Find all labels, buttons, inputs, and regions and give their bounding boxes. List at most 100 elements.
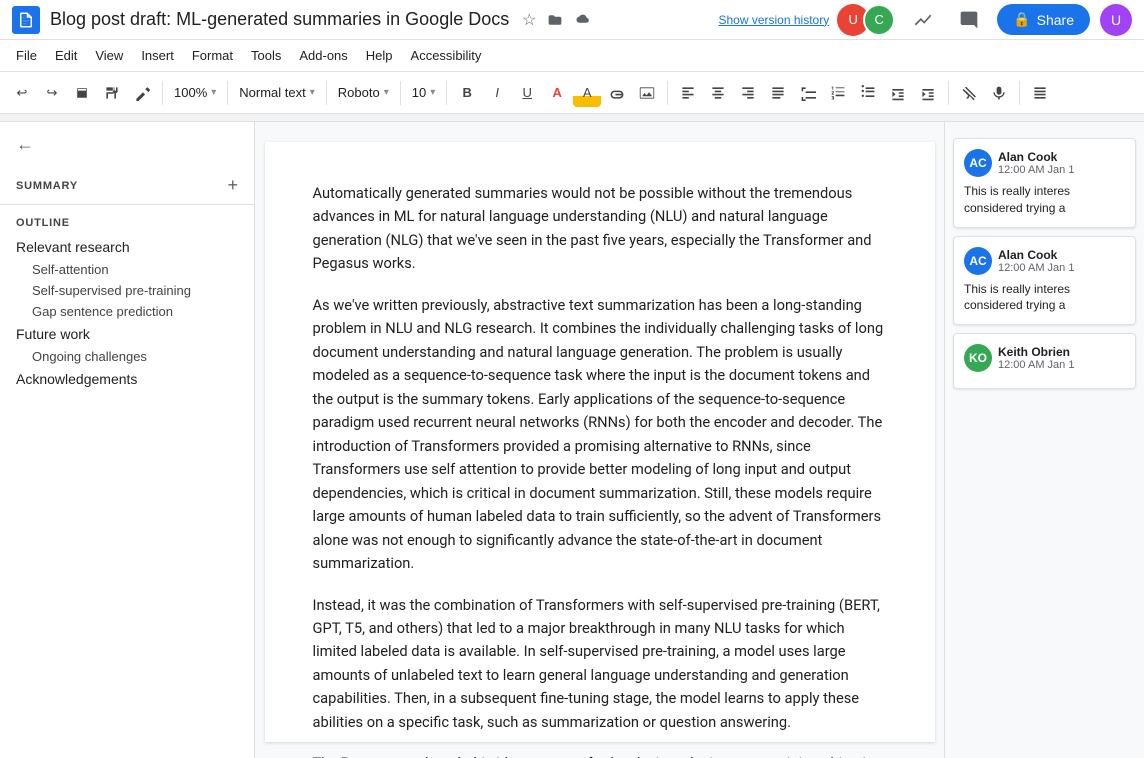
- outline-item-acknowledgements[interactable]: Acknowledgements: [0, 367, 254, 391]
- print-button[interactable]: [68, 79, 96, 107]
- italic-button[interactable]: I: [483, 79, 511, 107]
- paint-format-button[interactable]: [98, 79, 126, 107]
- redo-button[interactable]: ↪: [38, 79, 66, 107]
- trending-icon[interactable]: [905, 2, 941, 38]
- menu-bar: File Edit View Insert Format Tools Add-o…: [0, 40, 1144, 72]
- comment-author-2: Alan Cook: [998, 248, 1074, 262]
- clear-format-button[interactable]: [955, 79, 983, 107]
- comment-meta-1: Alan Cook 12:00 AM Jan 1: [998, 150, 1074, 176]
- comment-card-1[interactable]: AC Alan Cook 12:00 AM Jan 1 This is real…: [953, 138, 1136, 228]
- menu-edit[interactable]: Edit: [47, 44, 85, 67]
- summary-add-button[interactable]: +: [227, 175, 238, 196]
- highlight-button[interactable]: A: [573, 79, 601, 107]
- outline-subitem-self-supervised[interactable]: Self-supervised pre-training: [0, 280, 254, 301]
- menu-tools[interactable]: Tools: [243, 44, 289, 67]
- outline-subitem-self-attention[interactable]: Self-attention: [0, 259, 254, 280]
- comment-author-1: Alan Cook: [998, 150, 1074, 164]
- comment-meta-2: Alan Cook 12:00 AM Jan 1: [998, 248, 1074, 274]
- right-actions: U C 🔒 Share U: [837, 2, 1132, 38]
- align-left-button[interactable]: [674, 79, 702, 107]
- doc-paragraph-3[interactable]: Instead, it was the combination of Trans…: [313, 594, 887, 735]
- voice-input-button[interactable]: [985, 79, 1013, 107]
- font-size-value: 10: [412, 85, 426, 100]
- divider-6: [667, 81, 668, 105]
- outline-subitem-ongoing-challenges[interactable]: Ongoing challenges: [0, 346, 254, 367]
- numbered-list-button[interactable]: [824, 79, 852, 107]
- comment-meta-3: Keith Obrien 12:00 AM Jan 1: [998, 345, 1074, 371]
- doc-paragraph-4[interactable]: The Pegasus work took this idea one step…: [313, 752, 887, 758]
- lock-icon: 🔒: [1013, 11, 1030, 28]
- sidebar-back-button[interactable]: ←: [0, 122, 254, 167]
- undo-button[interactable]: ↩: [8, 79, 36, 107]
- text-style-select[interactable]: Normal text ▾: [234, 79, 320, 107]
- share-label: Share: [1037, 12, 1074, 28]
- text-style-value: Normal text: [239, 85, 305, 100]
- menu-accessibility[interactable]: Accessibility: [403, 44, 490, 67]
- divider-7: [948, 81, 949, 105]
- menu-addons[interactable]: Add-ons: [291, 44, 355, 67]
- sidebar: ← SUMMARY + OUTLINE Relevant research Se…: [0, 122, 255, 758]
- share-button[interactable]: 🔒 Share: [997, 4, 1090, 35]
- app-icon[interactable]: [12, 6, 40, 34]
- image-button[interactable]: [633, 79, 661, 107]
- indent-less-button[interactable]: [884, 79, 912, 107]
- cloud-icon[interactable]: [571, 10, 591, 30]
- spell-check-button[interactable]: [128, 79, 156, 107]
- align-right-button[interactable]: [734, 79, 762, 107]
- comment-author-3: Keith Obrien: [998, 345, 1074, 359]
- outline-item-future-work[interactable]: Future work: [0, 322, 254, 346]
- comment-card-2[interactable]: AC Alan Cook 12:00 AM Jan 1 This is real…: [953, 236, 1136, 326]
- menu-insert[interactable]: Insert: [133, 44, 182, 67]
- divider-4: [400, 81, 401, 105]
- show-version-link[interactable]: Show version history: [718, 13, 829, 27]
- menu-file[interactable]: File: [8, 44, 45, 67]
- indent-more-button[interactable]: [914, 79, 942, 107]
- doc-paragraph-2[interactable]: As we've written previously, abstractive…: [313, 294, 887, 576]
- text-style-chevron: ▾: [310, 87, 315, 98]
- font-select[interactable]: Roboto ▾: [333, 79, 394, 107]
- font-size-select[interactable]: 10 ▾: [407, 79, 441, 107]
- align-center-button[interactable]: [704, 79, 732, 107]
- comment-time-3: 12:00 AM Jan 1: [998, 359, 1074, 371]
- ruler: [0, 114, 1144, 122]
- divider-3: [326, 81, 327, 105]
- text-color-button[interactable]: A: [543, 79, 571, 107]
- underline-button[interactable]: U: [513, 79, 541, 107]
- comment-header-3: KO Keith Obrien 12:00 AM Jan 1: [964, 344, 1125, 372]
- folder-icon[interactable]: [545, 10, 565, 30]
- comment-header-1: AC Alan Cook 12:00 AM Jan 1: [964, 149, 1125, 177]
- user-avatar[interactable]: U: [1100, 4, 1132, 36]
- font-chevron: ▾: [384, 87, 389, 98]
- line-spacing-button[interactable]: [794, 79, 822, 107]
- main-layout: ← SUMMARY + OUTLINE Relevant research Se…: [0, 122, 1144, 758]
- outline-item-relevant-research[interactable]: Relevant research: [0, 235, 254, 259]
- divider-5: [446, 81, 447, 105]
- comment-time-1: 12:00 AM Jan 1: [998, 164, 1074, 176]
- sidebar-summary: SUMMARY +: [0, 167, 254, 205]
- star-icon[interactable]: ☆: [519, 10, 539, 30]
- comment-header-2: AC Alan Cook 12:00 AM Jan 1: [964, 247, 1125, 275]
- outline-subitem-gap-sentence[interactable]: Gap sentence prediction: [0, 301, 254, 322]
- comment-card-3[interactable]: KO Keith Obrien 12:00 AM Jan 1: [953, 333, 1136, 389]
- outline-label: OUTLINE: [0, 205, 254, 235]
- comment-text-2: This is really interes considered trying…: [964, 281, 1125, 315]
- bullet-list-button[interactable]: [854, 79, 882, 107]
- image-options-button[interactable]: [1026, 79, 1054, 107]
- comments-icon[interactable]: [951, 2, 987, 38]
- link-button[interactable]: [603, 79, 631, 107]
- zoom-value: 100%: [174, 85, 207, 100]
- divider-8: [1019, 81, 1020, 105]
- divider-1: [162, 81, 163, 105]
- title-bar: Blog post draft: ML-generated summaries …: [0, 0, 1144, 40]
- doc-page: Automatically generated summaries would …: [265, 142, 935, 742]
- align-justify-button[interactable]: [764, 79, 792, 107]
- doc-paragraph-1[interactable]: Automatically generated summaries would …: [313, 182, 887, 276]
- title-icons: ☆: [519, 10, 591, 30]
- menu-format[interactable]: Format: [184, 44, 241, 67]
- zoom-select[interactable]: 100% ▾: [169, 79, 221, 107]
- bold-button[interactable]: B: [453, 79, 481, 107]
- comment-time-2: 12:00 AM Jan 1: [998, 262, 1074, 274]
- menu-help[interactable]: Help: [358, 44, 401, 67]
- collaborator-avatar-2[interactable]: C: [863, 4, 895, 36]
- menu-view[interactable]: View: [87, 44, 131, 67]
